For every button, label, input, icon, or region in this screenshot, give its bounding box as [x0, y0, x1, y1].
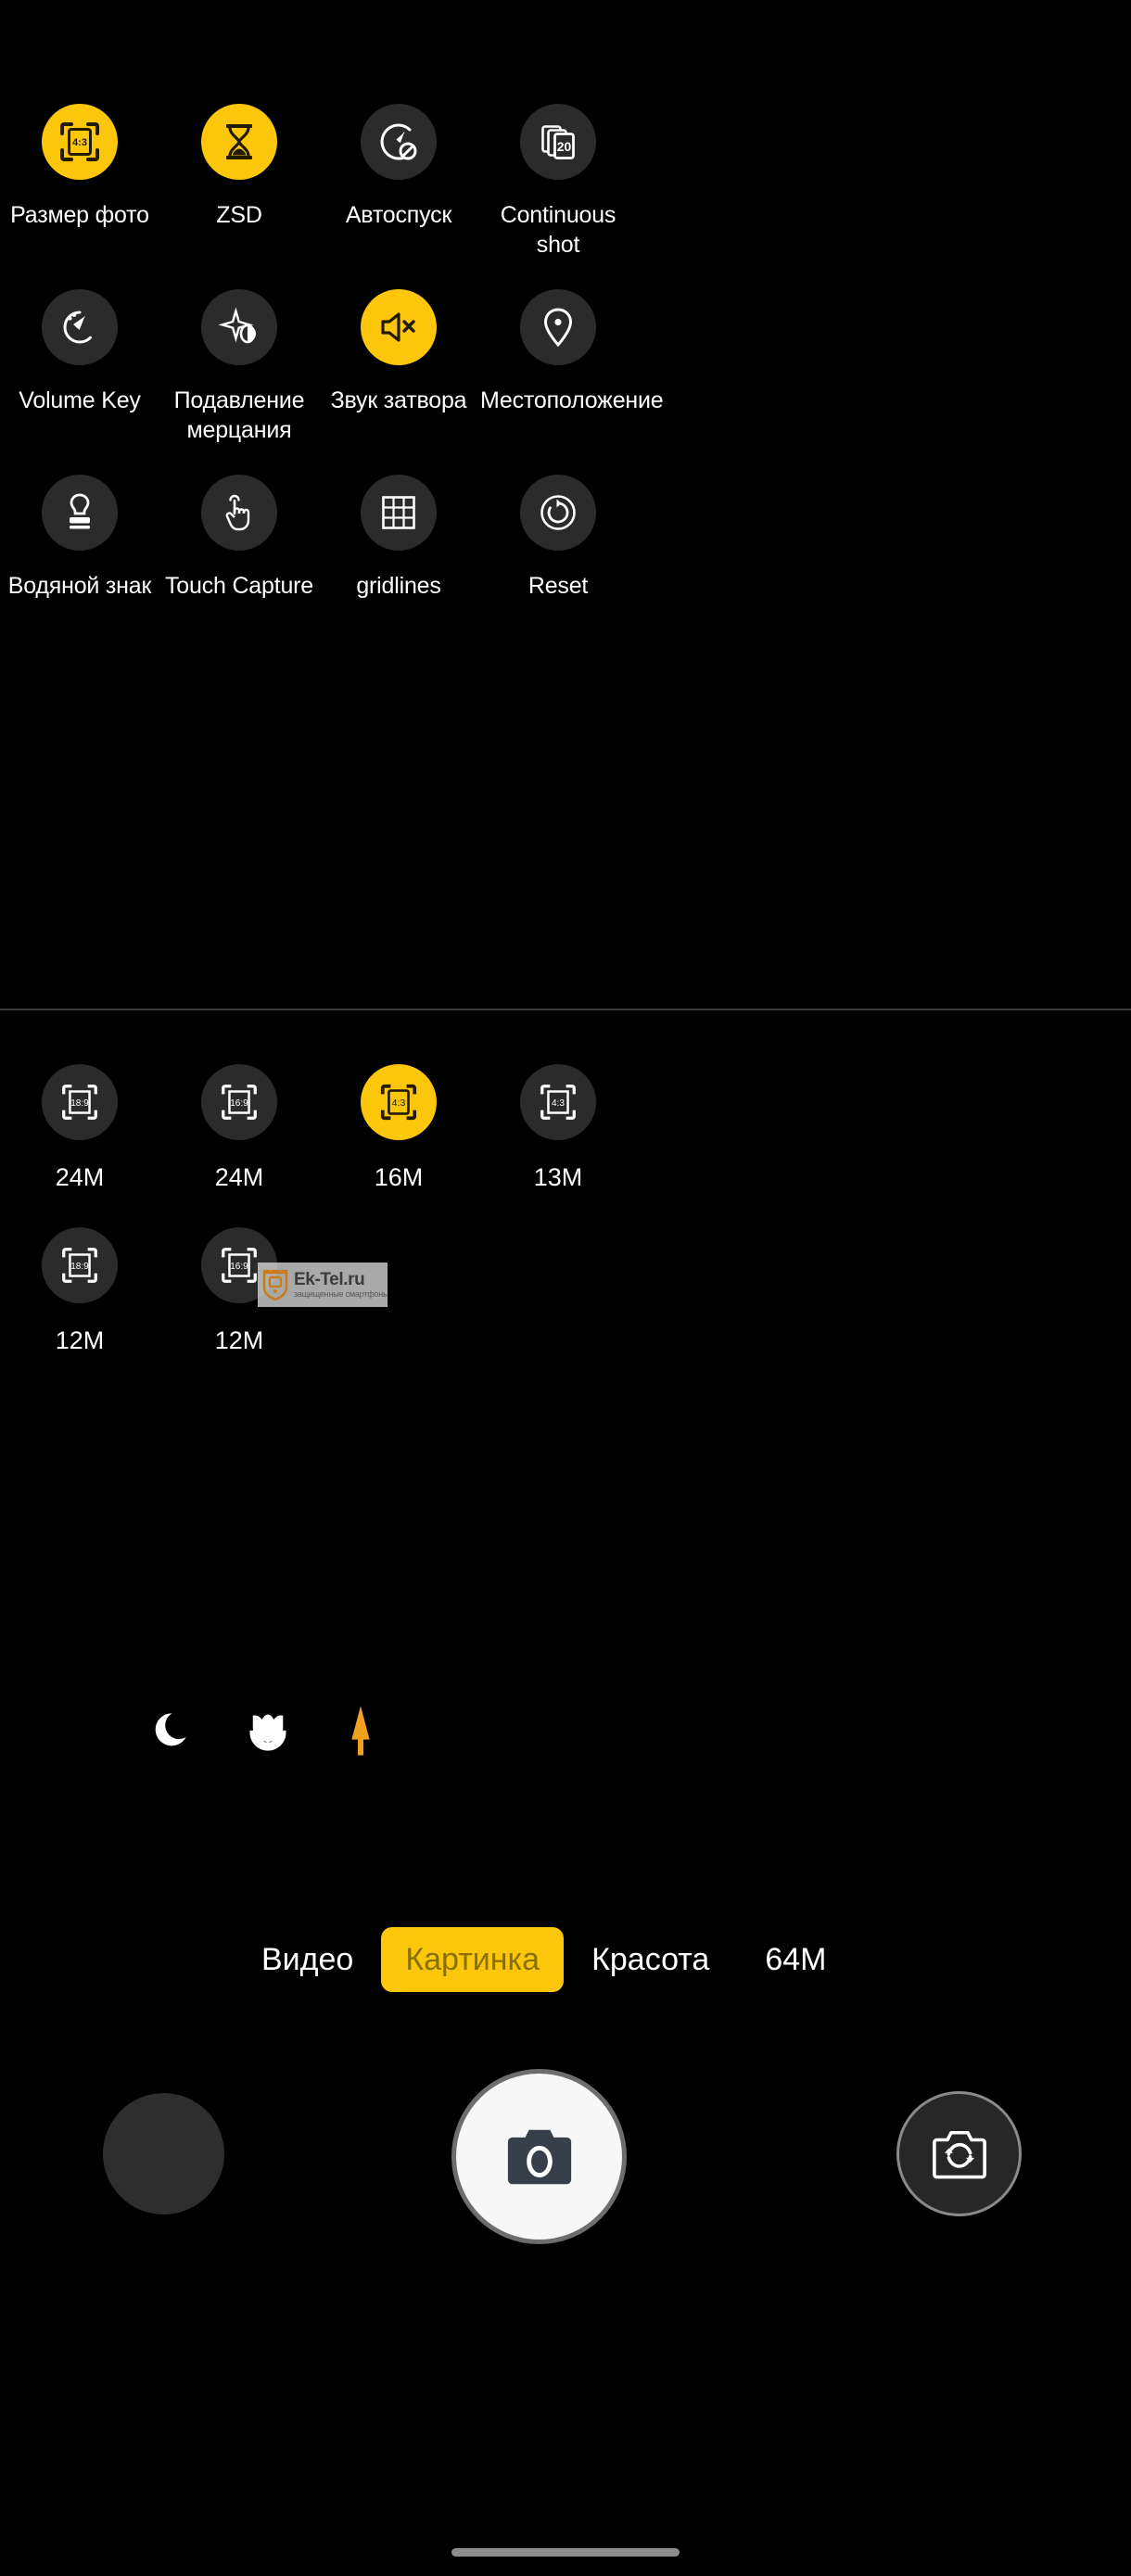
svg-text:18:9: 18:9 [70, 1262, 89, 1272]
reset-icon[interactable] [520, 475, 596, 551]
anti-flicker-icon[interactable] [201, 289, 277, 365]
night-mode-icon[interactable] [148, 1702, 202, 1759]
aspect-ratio-icon[interactable]: 16:9 [201, 1064, 277, 1140]
svg-text:4:3: 4:3 [392, 1098, 406, 1109]
setting-watermark[interactable]: Водяной знак [0, 445, 159, 601]
setting-label: Местоположение [480, 387, 664, 413]
svg-text:16:9: 16:9 [230, 1098, 248, 1109]
shutter-camera-icon [507, 2129, 571, 2184]
mode-video[interactable]: Видео [234, 1941, 381, 1978]
resolution-label: 13M [533, 1163, 583, 1191]
volume-key-icon[interactable] [42, 289, 118, 365]
location-pin-icon[interactable] [520, 289, 596, 365]
hourglass-icon[interactable] [201, 104, 277, 180]
setting-label: Continuous shot [500, 202, 616, 258]
resolution-label: 16M [374, 1163, 424, 1191]
resolution-option[interactable]: 18:9 12M [0, 1192, 159, 1355]
resolution-option[interactable]: 18:9 24M [0, 1029, 159, 1192]
watermark-stamp-icon[interactable] [42, 475, 118, 551]
setting-label: Размер фото [10, 202, 149, 228]
setting-reset[interactable]: Reset [478, 445, 638, 601]
svg-text:4:3: 4:3 [72, 137, 87, 148]
setting-label: Touch Capture [165, 573, 313, 599]
resolution-label: 24M [55, 1163, 105, 1191]
setting-label: Автоспуск [345, 202, 452, 228]
camera-settings-screen: 4:3 Размер фото ZSD Автоспуск 20 Continu… [0, 0, 1131, 2576]
setting-continuous-shot[interactable]: 20 Continuous shot [478, 0, 638, 260]
svg-text:4:3: 4:3 [552, 1098, 565, 1109]
settings-row-2: Volume Key Подавление мерцания Звук затв… [0, 260, 1131, 445]
setting-label: gridlines [356, 573, 441, 599]
aspect-ratio-icon[interactable]: 4:3 [520, 1064, 596, 1140]
setting-gridlines[interactable]: gridlines [319, 445, 478, 601]
setting-label: Reset [527, 573, 589, 599]
shutter-sound-off-icon[interactable] [361, 289, 437, 365]
mode-picture[interactable]: Картинка [381, 1927, 565, 1992]
resolution-label: 12M [214, 1326, 264, 1354]
setting-label: ZSD [216, 202, 262, 228]
resolution-label: 12M [55, 1326, 105, 1354]
macro-flower-icon[interactable] [241, 1702, 295, 1759]
resolution-option[interactable]: 4:3 13M [478, 1029, 638, 1192]
svg-text:16:9: 16:9 [230, 1262, 248, 1272]
aspect-ratio-icon[interactable]: 18:9 [42, 1064, 118, 1140]
watermark-subtitle: защищенные смартфоны [294, 1288, 388, 1299]
site-watermark: Ek-Tel.ru защищенные смартфоны [258, 1263, 388, 1307]
aspect-ratio-icon[interactable]: 18:9 [42, 1227, 118, 1303]
hdr-arrow-icon[interactable] [334, 1702, 388, 1759]
gallery-thumbnail[interactable] [103, 2093, 224, 2214]
setting-shutter-sound[interactable]: Звук затвора [319, 260, 478, 445]
aspect-ratio-4-3-icon[interactable]: 4:3 [42, 104, 118, 180]
mode-64m[interactable]: 64M [737, 1941, 854, 1978]
resolution-option[interactable]: 16:9 24M [159, 1029, 319, 1192]
svg-text:18:9: 18:9 [70, 1098, 89, 1109]
setting-label: Volume Key [19, 387, 141, 413]
burst-shot-icon[interactable]: 20 [520, 104, 596, 180]
flip-camera-icon [932, 2130, 986, 2178]
resolution-label: 24M [214, 1163, 264, 1191]
scene-mode-row [148, 1702, 538, 1759]
touch-capture-icon[interactable] [201, 475, 277, 551]
gridlines-icon[interactable] [361, 475, 437, 551]
setting-label: Водяной знак [7, 573, 152, 599]
home-indicator[interactable] [451, 2548, 680, 2557]
aspect-ratio-icon[interactable]: 4:3 [361, 1064, 437, 1140]
shield-phone-icon [262, 1269, 288, 1301]
flip-camera-button[interactable] [896, 2091, 1022, 2216]
watermark-title: Ek-Tel.ru [294, 1269, 365, 1289]
capture-controls [0, 2069, 1131, 2245]
resolution-panel: 18:9 24M 16:9 24M 4:3 16M 4:3 13M 18:9 1… [0, 1029, 1131, 1355]
setting-touch-capture[interactable]: Touch Capture [159, 445, 319, 601]
setting-volume-key[interactable]: Volume Key [0, 260, 159, 445]
capture-mode-bar: Видео Картинка Красота 64M [0, 1926, 1131, 1993]
setting-label: Звук затвора [330, 387, 467, 413]
setting-photo-size[interactable]: 4:3 Размер фото [0, 0, 159, 260]
section-divider [0, 1009, 1131, 1010]
self-timer-off-icon[interactable] [361, 104, 437, 180]
shutter-button[interactable] [451, 2069, 627, 2244]
resolution-grid: 18:9 24M 16:9 24M 4:3 16M 4:3 13M 18:9 1… [0, 1029, 1131, 1355]
mode-beauty[interactable]: Красота [564, 1941, 737, 1978]
setting-zsd[interactable]: ZSD [159, 0, 319, 260]
settings-panel: 4:3 Размер фото ZSD Автоспуск 20 Continu… [0, 0, 1131, 601]
setting-location[interactable]: Местоположение [478, 260, 664, 445]
setting-label: Подавление мерцания [173, 387, 305, 443]
setting-self-timer[interactable]: Автоспуск [319, 0, 478, 260]
watermark-text: Ek-Tel.ru защищенные смартфоны [294, 1269, 388, 1300]
settings-row-1: 4:3 Размер фото ZSD Автоспуск 20 Continu… [0, 0, 1131, 260]
settings-row-3: Водяной знак Touch Capture gridlines Res… [0, 445, 1131, 601]
resolution-option-selected[interactable]: 4:3 16M [319, 1029, 478, 1192]
setting-anti-flicker[interactable]: Подавление мерцания [159, 260, 319, 445]
svg-text:20: 20 [557, 139, 572, 154]
